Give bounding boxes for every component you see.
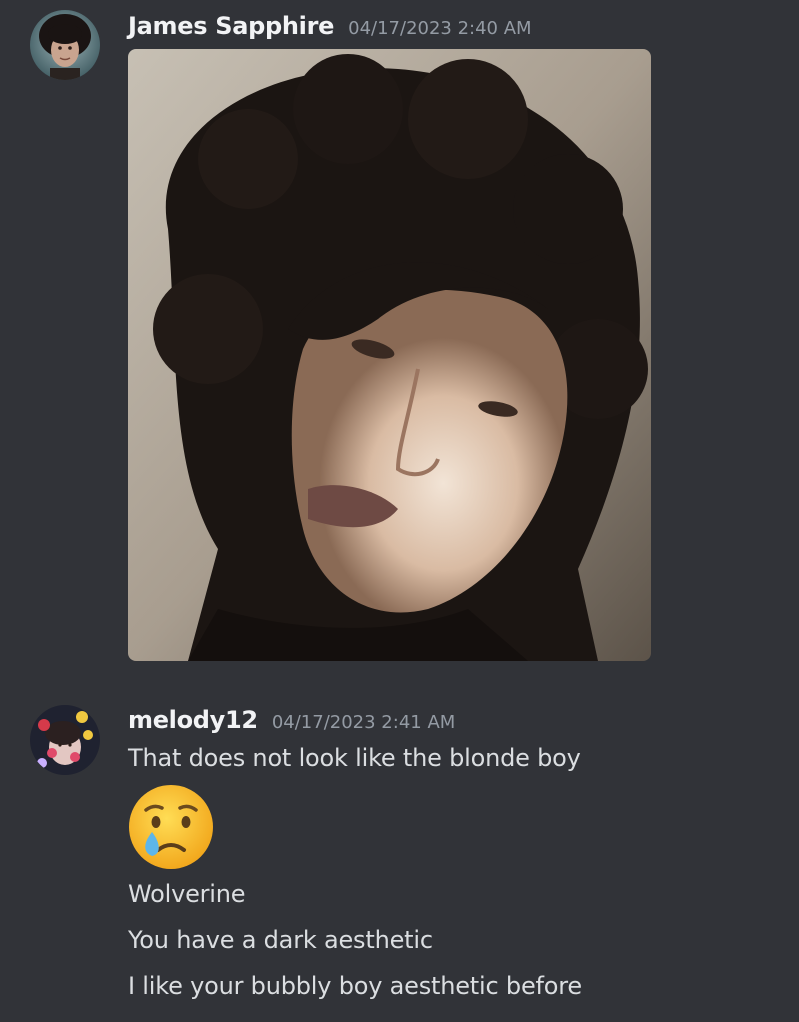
message-text: You have a dark aesthetic (128, 926, 433, 954)
avatar[interactable] (30, 705, 100, 775)
message-text: That does not look like the blonde boy (128, 744, 581, 772)
message-text: Wolverine (128, 880, 246, 908)
crying-face-emoji (128, 784, 214, 870)
username[interactable]: melody12 (128, 706, 258, 734)
image-attachment[interactable] (128, 49, 651, 661)
timestamp: 04/17/2023 2:40 AM (348, 18, 532, 39)
message-text: I like your bubbly boy aesthetic before (128, 972, 582, 1000)
avatar[interactable] (30, 10, 100, 80)
username[interactable]: James Sapphire (128, 12, 334, 40)
timestamp: 04/17/2023 2:41 AM (271, 712, 456, 733)
chat-messages: James Sapphire 04/17/2023 2:40 AM melody… (0, 0, 799, 1022)
